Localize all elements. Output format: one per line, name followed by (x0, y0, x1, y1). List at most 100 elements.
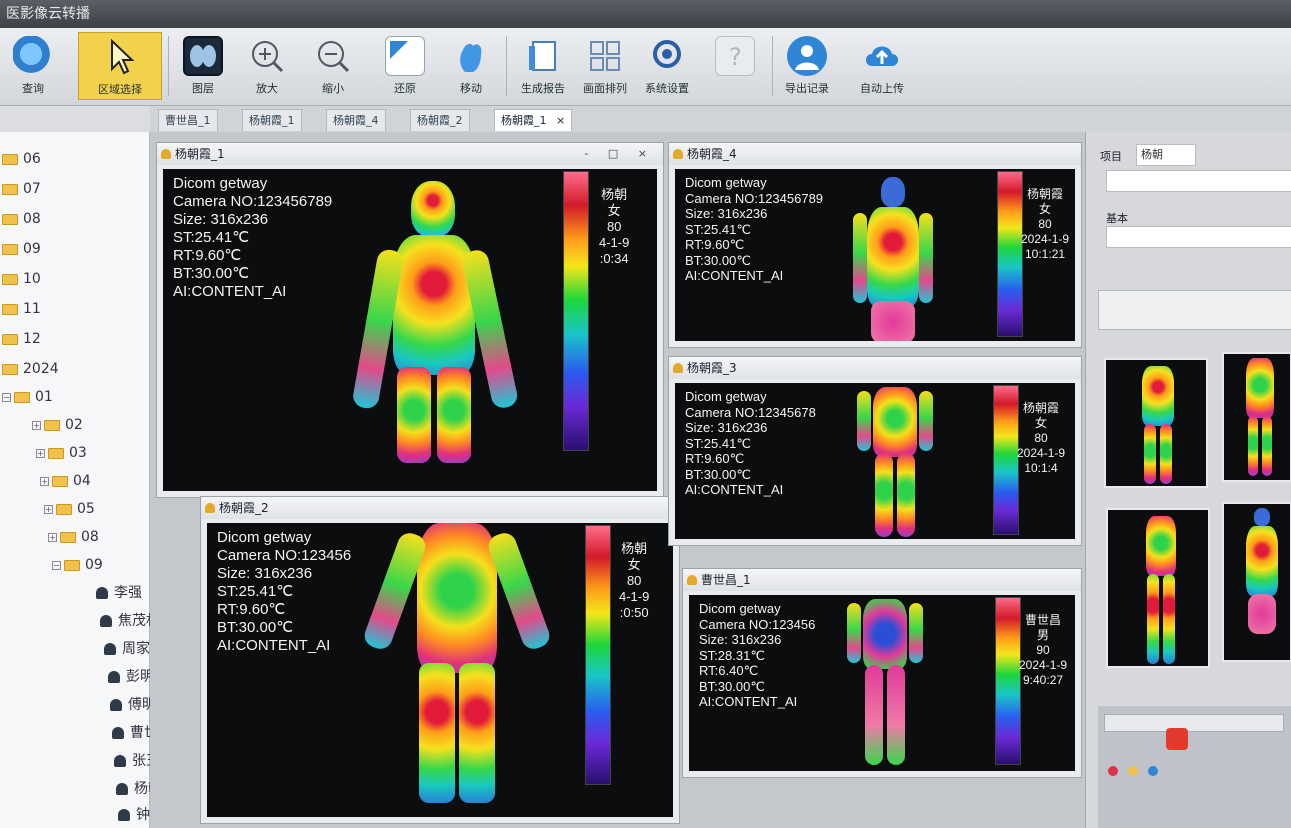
hand-move-icon (451, 36, 491, 76)
thermal-view-panel[interactable]: 曹世昌_1 Dicom getway Camera NO:123456 Size… (682, 568, 1082, 778)
system-settings-button[interactable]: 系统设置 (636, 32, 698, 100)
thermal-body-figure (855, 387, 935, 537)
folder-icon (2, 363, 18, 375)
layers-button[interactable]: 图层 (172, 32, 234, 100)
person-icon (112, 727, 124, 739)
tree-item[interactable]: 2024 (2, 358, 59, 380)
generate-report-button[interactable]: 生成报告 (512, 32, 574, 100)
app-s-icon[interactable] (1166, 728, 1188, 750)
folder-icon (2, 213, 18, 225)
thermal-image-viewer[interactable]: Dicom getway Camera NO:123456789 Size: 3… (163, 169, 657, 491)
restore-button[interactable]: 还原 (374, 32, 436, 100)
folder-icon (2, 273, 18, 285)
collapse-icon[interactable]: − (52, 560, 61, 570)
tab-item[interactable]: 杨朝霞_1 (242, 109, 302, 131)
tree-item[interactable]: +04 (40, 470, 91, 492)
thumbnail-image[interactable] (1104, 358, 1208, 488)
auto-upload-button[interactable]: 自动上传 (844, 32, 920, 100)
expand-icon[interactable]: + (36, 448, 45, 458)
tree-item[interactable]: +05 (44, 498, 95, 520)
temperature-color-bar (563, 171, 589, 451)
grid-layout-icon (585, 36, 625, 76)
thermal-image-viewer[interactable]: Dicom getway Camera NO:123456 Size: 316x… (689, 595, 1075, 771)
folder-icon (60, 531, 76, 543)
thermal-view-panel[interactable]: 杨朝霞_1 - □ × Dicom getway Camera NO:12345… (156, 142, 664, 498)
folder-icon (64, 559, 80, 571)
tree-item[interactable]: 10 (2, 268, 41, 290)
expand-icon[interactable]: + (40, 476, 49, 486)
person-icon (673, 149, 683, 159)
zoom-in-button[interactable]: 放大 (236, 32, 298, 100)
thermal-body-figure (361, 523, 553, 813)
tree-item[interactable]: 09 (2, 238, 41, 260)
temperature-color-bar (993, 385, 1019, 535)
toolbar: 查询 区域选择 图层 放大 缩小 还原 移动 生成报告 画面排列 系统设置 ? … (0, 28, 1291, 106)
expand-icon[interactable]: + (48, 532, 57, 542)
patient-tree: 06 07 08 09 10 11 12 2024 −01 +02 +03 +0… (0, 132, 178, 828)
patient-side-info: 杨朝 女 80 4-1-9 :0:50 (619, 541, 650, 620)
tree-item[interactable]: 07 (2, 178, 41, 200)
folder-icon (52, 475, 68, 487)
person-icon (118, 809, 130, 821)
collapse-icon[interactable]: − (2, 392, 11, 402)
tree-item[interactable]: −01 (2, 386, 53, 408)
tree-item[interactable]: 06 (2, 148, 41, 170)
screen-layout-button[interactable]: 画面排列 (574, 32, 636, 100)
tree-item[interactable]: 12 (2, 328, 41, 350)
dicom-info-overlay: Dicom getway Camera NO:123456789 Size: 3… (173, 175, 333, 300)
thumbnail-image[interactable] (1222, 352, 1291, 482)
taskbar-strip (1104, 714, 1284, 732)
info-field[interactable] (1106, 170, 1291, 192)
thermal-view-panel[interactable]: 杨朝霞_4 Dicom getway Camera NO:123456789 S… (668, 142, 1082, 348)
thermal-image-viewer[interactable]: Dicom getway Camera NO:123456789 Size: 3… (675, 169, 1075, 341)
tree-item[interactable]: +03 (36, 442, 87, 464)
expand-icon[interactable]: + (44, 504, 53, 514)
thermal-view-panel[interactable]: 杨朝霞_2 Dicom getway Camera NO:123456 Size… (200, 496, 680, 824)
tree-item[interactable]: 11 (2, 298, 41, 320)
globe-search-icon (13, 36, 53, 76)
export-records-button[interactable]: 导出记录 (776, 32, 838, 100)
thumbnail-body-figure (1238, 358, 1282, 478)
info-field[interactable] (1106, 226, 1291, 248)
panel-title-bar: 曹世昌_1 (683, 569, 1081, 591)
basic-info-label: 基本 (1106, 212, 1128, 225)
move-button[interactable]: 移动 (440, 32, 502, 100)
tab-close-icon[interactable]: × (556, 114, 565, 127)
patient-name-field[interactable]: 杨朝 (1136, 144, 1196, 166)
query-button[interactable]: 查询 (2, 32, 64, 100)
tray-icon[interactable] (1148, 766, 1158, 776)
region-select-button[interactable]: 区域选择 (78, 32, 162, 100)
thermal-image-viewer[interactable]: Dicom getway Camera NO:123456 Size: 316x… (207, 523, 673, 817)
dicom-info-overlay: Dicom getway Camera NO:123456789 Size: 3… (685, 175, 824, 283)
zoom-out-icon (313, 36, 353, 76)
tab-item[interactable]: 曹世昌_1 (158, 109, 218, 131)
tab-item[interactable]: 杨朝霞_2 (410, 109, 470, 131)
patient-item[interactable]: 李强 (96, 582, 142, 604)
thumbnail-body-figure (1240, 508, 1284, 658)
window-controls[interactable]: - □ × (584, 143, 655, 165)
thumbnail-image[interactable] (1106, 508, 1210, 668)
dicom-info-overlay: Dicom getway Camera NO:12345678 Size: 31… (685, 389, 816, 497)
thermal-image-viewer[interactable]: Dicom getway Camera NO:12345678 Size: 31… (675, 383, 1075, 539)
tray-icon[interactable] (1108, 766, 1118, 776)
folder-icon (2, 153, 18, 165)
tree-item[interactable]: +02 (32, 414, 83, 436)
temperature-color-bar (997, 171, 1023, 337)
expand-icon[interactable]: + (32, 420, 41, 430)
tree-item[interactable]: −09 (52, 554, 103, 576)
image-workspace: 杨朝霞_1 - □ × Dicom getway Camera NO:12345… (150, 132, 1085, 828)
tab-item[interactable]: 杨朝霞_4 (326, 109, 386, 131)
tree-item[interactable]: +08 (48, 526, 99, 548)
tree-item[interactable]: 08 (2, 208, 41, 230)
thumbnail-image[interactable] (1222, 502, 1291, 662)
user-avatar-icon (787, 36, 827, 76)
thermal-view-panel[interactable]: 杨朝霞_3 Dicom getway Camera NO:12345678 Si… (668, 356, 1082, 546)
help-button[interactable]: ? (704, 32, 766, 100)
thumbnail-body-figure (1132, 366, 1184, 486)
thumbnail-body-figure (1136, 516, 1186, 666)
zoom-out-button[interactable]: 缩小 (302, 32, 364, 100)
folder-icon (14, 391, 30, 403)
tab-item-active[interactable]: 杨朝霞_1 × (494, 109, 573, 131)
window-title: 医影像云转播 (6, 6, 90, 22)
tray-icon[interactable] (1128, 766, 1138, 776)
